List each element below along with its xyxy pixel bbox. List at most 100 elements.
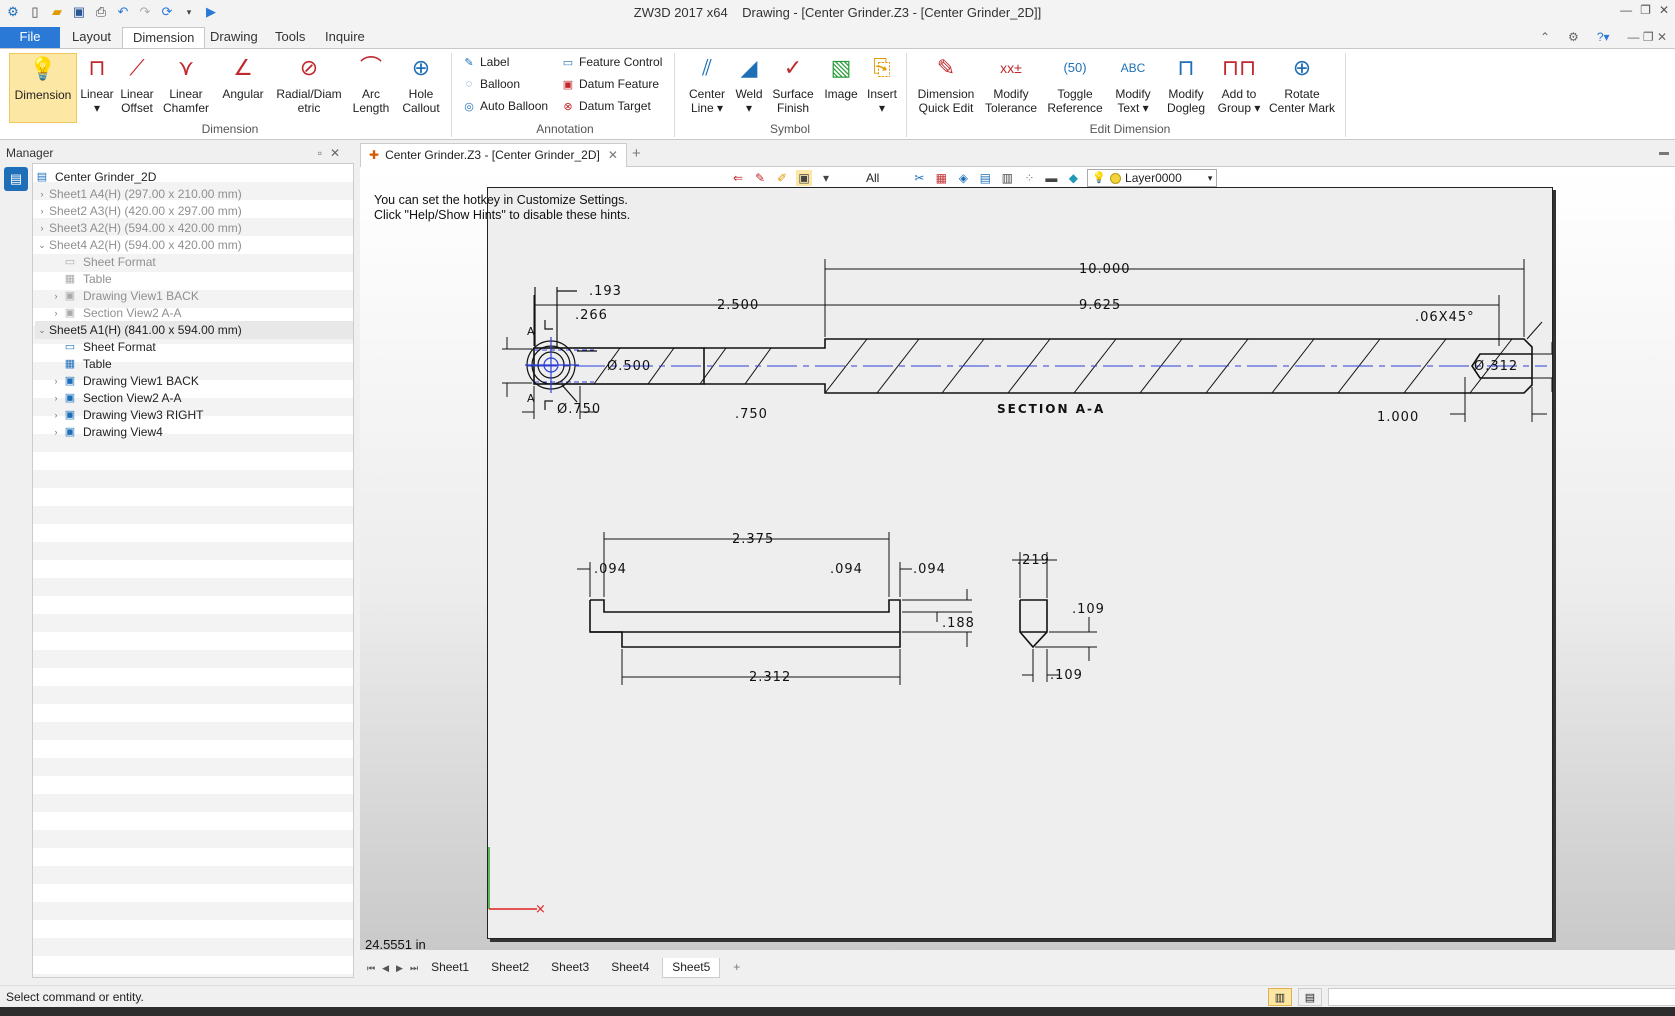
dimension-button[interactable]: 💡 Dimension [9, 53, 77, 123]
arc-length-button[interactable]: ⌒ Arc Length [351, 53, 391, 116]
modify-tolerance-button[interactable]: xx± Modify Tolerance [982, 53, 1040, 115]
tools-icon[interactable]: ✂ [911, 170, 927, 186]
tab-file[interactable]: File [0, 27, 60, 48]
dim-094-right[interactable]: .094 [913, 562, 946, 577]
document-tab[interactable]: ✚ Center Grinder.Z3 - [Center Grinder_2D]… [360, 143, 627, 167]
snap-icon[interactable]: ▣ [796, 170, 812, 186]
exit-icon[interactable]: ⇐ [730, 170, 746, 186]
filter-icon[interactable]: ▾ [818, 170, 834, 186]
minimize-button[interactable]: — [1620, 3, 1632, 17]
pick-icon[interactable]: ✎ [752, 170, 768, 186]
insert-button[interactable]: ⎘ Insert ▾ [864, 53, 900, 116]
tree-item[interactable]: › Sheet2 A3(H) (420.00 x 297.00 mm) [35, 202, 353, 220]
expand-arrow-icon[interactable]: › [49, 287, 63, 305]
angular-button[interactable]: ∠ Angular [218, 53, 268, 102]
toggle-reference-button[interactable]: (50) Toggle Reference [1046, 53, 1104, 116]
close-tab-icon[interactable]: ✕ [608, 148, 618, 162]
layer-select[interactable]: 💡 Layer0000 ▾ [1087, 169, 1218, 187]
dim-750[interactable]: .750 [735, 407, 768, 422]
tree-item[interactable]: › ▣ Drawing View4 [49, 423, 353, 441]
expand-arrow-icon[interactable]: › [49, 406, 63, 424]
dim-219[interactable]: .219 [1017, 553, 1050, 568]
expand-arrow-icon[interactable]: › [49, 423, 63, 441]
dim-2-312[interactable]: 2.312 [749, 670, 791, 685]
tab-layout[interactable]: Layout [62, 27, 121, 48]
tree-item[interactable]: ⌄ Sheet4 A2(H) (594.00 x 420.00 mm) [35, 236, 353, 254]
tree-item[interactable]: ▭ Sheet Format [49, 253, 353, 271]
modify-text-button[interactable]: ABC Modify Text ▾ [1110, 53, 1156, 115]
settings-gear-icon[interactable]: ⚙ [1568, 30, 1579, 44]
tree-root[interactable]: ▤ Center Grinder_2D [35, 168, 157, 186]
datum-target-button[interactable]: ⊗ Datum Target [562, 99, 650, 113]
tree-item[interactable]: › Sheet1 A4(H) (297.00 x 210.00 mm) [35, 185, 353, 203]
tab-dimension[interactable]: Dimension [122, 27, 206, 48]
tree-item[interactable]: ⌄ Sheet5 A1(H) (841.00 x 594.00 mm) [35, 321, 353, 339]
dim-193[interactable]: .193 [589, 284, 622, 299]
layers-icon[interactable]: ◆ [1065, 170, 1081, 186]
balloon-button[interactable]: ◌ Balloon [463, 77, 520, 91]
tree-item[interactable]: › ▣ Drawing View3 RIGHT [49, 406, 353, 424]
expand-arrow-icon[interactable]: › [35, 202, 49, 220]
add-sheet-icon[interactable]: + [724, 958, 749, 978]
radial-diametric-button[interactable]: ⊘ Radial/Diam etric [274, 53, 344, 116]
sheet-tab-5[interactable]: Sheet5 [662, 958, 721, 978]
sheet-tab-2[interactable]: Sheet2 [482, 958, 538, 978]
dimension-quick-edit-button[interactable]: ✎ Dimension Quick Edit [914, 53, 978, 116]
tree-item[interactable]: › Sheet3 A2(H) (594.00 x 420.00 mm) [35, 219, 353, 237]
close-button[interactable]: ✕ [1659, 3, 1669, 17]
sheet-tab-4[interactable]: Sheet4 [602, 958, 658, 978]
center-line-button[interactable]: ⫽ Center Line ▾ [686, 53, 728, 116]
surface-finish-button[interactable]: ✓ Surface Finish [771, 53, 815, 116]
expand-arrow-icon[interactable]: › [49, 304, 63, 322]
dim-dia-312[interactable]: Ø.312 [1474, 359, 1518, 374]
save-view-icon[interactable]: ▤ [977, 170, 993, 186]
sheet-tab-1[interactable]: Sheet1 [422, 958, 478, 978]
linear-chamfer-button[interactable]: ⋎ Linear Chamfer [160, 53, 212, 116]
drawing-canvas[interactable]: × 10.000 2.500 9.625 .06X45° .193 .266 Ø… [360, 167, 1675, 950]
hole-callout-button[interactable]: ⊕ Hole Callout [399, 53, 443, 116]
point-icon[interactable]: ⁘ [1021, 170, 1037, 186]
linear-offset-button[interactable]: ⟋ Linear Offset [117, 53, 157, 116]
dim-dia-750[interactable]: Ø.750 [557, 402, 601, 417]
prev-sheet-icon[interactable]: ◀ [382, 963, 389, 974]
dim-10-000[interactable]: 10.000 [1079, 262, 1131, 277]
dim-266[interactable]: .266 [575, 308, 608, 323]
linear-dropdown[interactable]: ▾ [79, 101, 115, 115]
linear-button[interactable]: ⊓ Linear ▾ [79, 53, 115, 116]
list-view-icon[interactable]: ▤ [1298, 988, 1322, 1006]
filter-select[interactable]: All [866, 171, 879, 185]
tab-tools[interactable]: Tools [265, 27, 315, 48]
datum-feature-button[interactable]: ▣ Datum Feature [562, 77, 659, 91]
add-to-group-button[interactable]: ⊓⊓ Add to Group ▾ [1215, 53, 1263, 116]
dim-2-375[interactable]: 2.375 [732, 532, 774, 547]
auto-balloon-button[interactable]: ◎ Auto Balloon [463, 99, 548, 113]
insert-dropdown[interactable]: ▾ [864, 101, 900, 115]
command-input[interactable] [1328, 988, 1675, 1006]
line-color-icon[interactable]: ▬ [1043, 170, 1059, 186]
image-button[interactable]: ▧ Image [822, 53, 860, 102]
add-tab-icon[interactable]: + [632, 145, 641, 162]
tree-item[interactable]: › ▣ Drawing View1 BACK [49, 372, 353, 390]
feature-control-button[interactable]: ▭ Feature Control [562, 55, 663, 69]
grid-icon[interactable]: ▦ [933, 170, 949, 186]
layout-view-icon[interactable]: ▥ [1268, 988, 1292, 1006]
weld-button[interactable]: ◢ Weld ▾ [732, 53, 766, 116]
tree-item[interactable]: ▭ Sheet Format [49, 338, 353, 356]
doc-window-controls[interactable]: — ❐ ✕ [1628, 30, 1667, 44]
rotate-center-mark-button[interactable]: ⊕ Rotate Center Mark [1267, 53, 1337, 116]
collapse-ribbon-icon[interactable]: ⌃ [1540, 30, 1550, 44]
dim-chamfer[interactable]: .06X45° [1415, 310, 1475, 325]
display-icon[interactable]: ▥ [999, 170, 1015, 186]
help-icon[interactable]: ?▾ [1597, 30, 1610, 44]
dim-dia-500[interactable]: Ø.500 [607, 359, 651, 374]
expand-arrow-icon[interactable]: › [35, 219, 49, 237]
tab-drawing[interactable]: Drawing [200, 27, 268, 48]
dim-094-left[interactable]: .094 [594, 562, 627, 577]
next-sheet-icon[interactable]: ▶ [396, 963, 403, 974]
tree-item[interactable]: › ▣ Section View2 A-A [49, 389, 353, 407]
dim-1-000[interactable]: 1.000 [1377, 410, 1419, 425]
modify-dogleg-button[interactable]: ⊓ Modify Dogleg [1163, 53, 1209, 116]
brush-icon[interactable]: ✐ [774, 170, 790, 186]
label-button[interactable]: ✎ Label [463, 55, 509, 69]
collapse-arrow-icon[interactable]: ⌄ [35, 236, 49, 254]
